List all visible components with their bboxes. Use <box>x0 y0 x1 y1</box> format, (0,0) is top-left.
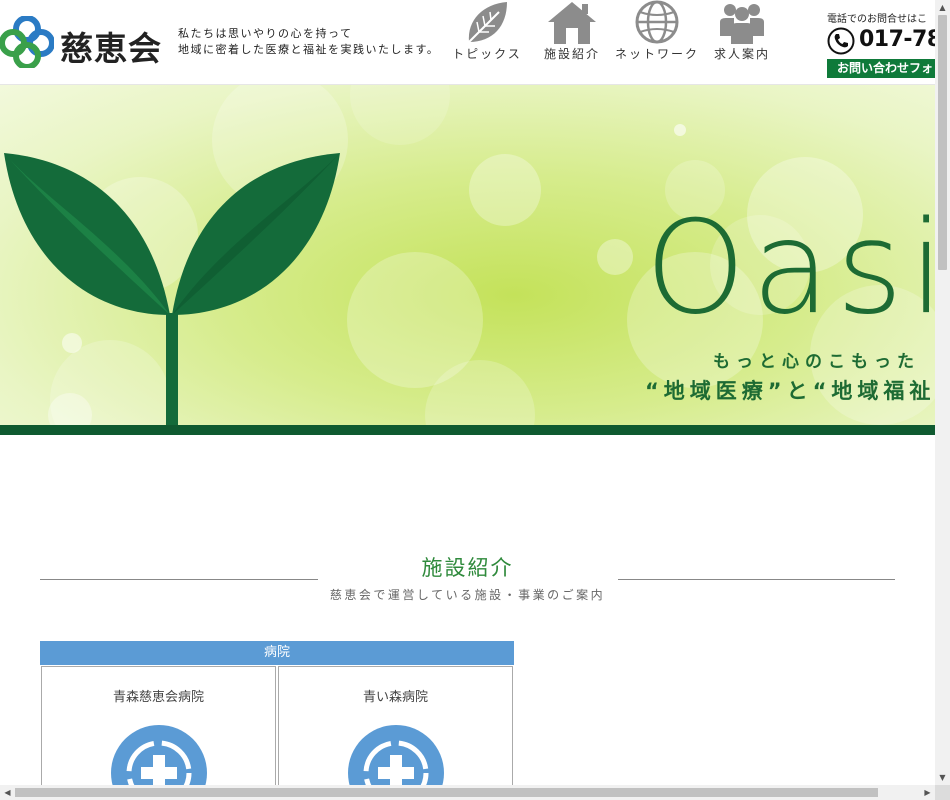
bokeh-circle <box>597 239 633 275</box>
contact-label: 電話でのお問合せはこ <box>827 14 927 25</box>
facility-card-title: 青森慈恵会病院 <box>112 690 204 705</box>
hero-bottom-bar <box>0 425 935 435</box>
facility-card[interactable]: 青森慈恵会病院 <box>41 666 276 800</box>
scroll-left-arrow-icon[interactable]: ◀ <box>0 785 15 800</box>
nav-item-facilities[interactable]: 施設紹介 <box>530 0 614 60</box>
category-header-hospital: 病院 <box>40 641 514 665</box>
horizontal-scrollbar[interactable]: ◀ ▶ <box>0 785 935 800</box>
house-icon <box>548 2 596 44</box>
nav-item-topics[interactable]: トピックス <box>445 0 529 60</box>
horizontal-scroll-thumb[interactable] <box>15 788 878 797</box>
contact-area: 電話でのお問合せはこ 017-782- お問い合わせフォ <box>827 10 935 78</box>
people-icon <box>720 4 764 44</box>
bokeh-circle <box>62 333 82 353</box>
leaf-icon <box>468 2 507 43</box>
nav-label-facilities: 施設紹介 <box>543 47 600 61</box>
phone-number: 017-782- <box>859 27 935 52</box>
facility-card-title: 青い森病院 <box>362 690 428 705</box>
nav-item-network[interactable]: ネットワーク <box>615 0 699 60</box>
hero-banner: Oasi もっと心のこもった “地域医療”と“地域福祉 <box>0 85 935 435</box>
sprout-stem <box>166 313 178 435</box>
logo-mark-icon <box>0 16 54 68</box>
tagline-line-2: 地域に密着した医療と福祉を実践いたします。 <box>178 43 440 56</box>
hero-subtitle-2: “地域医療”と“地域福祉 <box>645 379 935 403</box>
bokeh-circle <box>350 85 450 145</box>
tagline: 私たちは思いやりの心を持って 地域に密着した医療と福祉を実践いたします。 <box>178 26 439 58</box>
contact-phone[interactable]: 017-782- <box>827 26 935 56</box>
scroll-up-arrow-icon[interactable]: ▲ <box>935 0 950 15</box>
tagline-line-1: 私たちは思いやりの心を持って <box>178 27 353 40</box>
hero-title: Oasi <box>645 194 935 343</box>
scroll-right-arrow-icon[interactable]: ▶ <box>920 785 935 800</box>
vertical-scrollbar[interactable]: ▲ ▼ <box>935 0 950 785</box>
site-logo[interactable]: 慈恵会 <box>0 14 170 70</box>
globe-icon <box>635 0 679 44</box>
logo-text: 慈恵会 <box>60 29 162 68</box>
nav-item-recruit[interactable]: 求人案内 <box>700 0 784 60</box>
nav-label-recruit: 求人案内 <box>713 47 770 61</box>
contact-form-button[interactable]: お問い合わせフォ <box>827 59 935 78</box>
bokeh-circle <box>469 154 541 226</box>
section-title: 施設紹介 <box>421 556 514 580</box>
nav-label-topics: トピックス <box>452 47 522 61</box>
bokeh-circle <box>674 124 686 136</box>
hero-subtitle-1: もっと心のこもった <box>713 352 920 372</box>
facility-card[interactable]: 青い森病院 <box>278 666 513 800</box>
site-header: 慈恵会 私たちは思いやりの心を持って 地域に密着した医療と福祉を実践いたします。… <box>0 0 935 85</box>
scrollbar-corner <box>935 785 950 800</box>
phone-icon <box>827 27 855 55</box>
scroll-down-arrow-icon[interactable]: ▼ <box>935 770 950 785</box>
nav-label-network: ネットワーク <box>615 47 700 61</box>
vertical-scroll-thumb[interactable] <box>938 15 947 270</box>
section-subtitle: 慈恵会で運営している施設・事業のご案内 <box>329 588 606 602</box>
